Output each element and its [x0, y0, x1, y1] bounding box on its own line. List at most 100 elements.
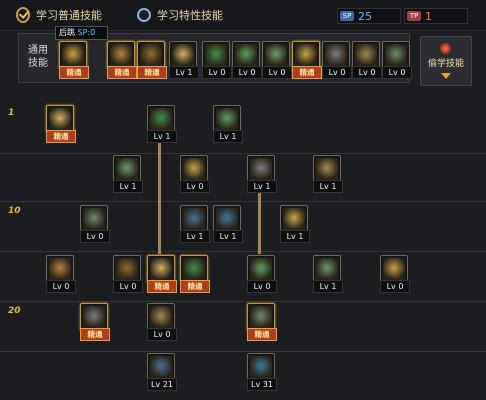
level-marker: 10: [8, 206, 21, 216]
tree-skill-slot[interactable]: Lv 1: [313, 255, 343, 293]
tree-skill-slot[interactable]: Lv 0: [147, 303, 177, 341]
skill-level-label: Lv 0: [247, 280, 277, 293]
tree-skill-slot[interactable]: Lv 31: [247, 353, 277, 391]
skill-level-label: 精通: [137, 66, 167, 79]
skill-level-label: Lv 0: [46, 280, 76, 293]
tab-learn-trait-skills[interactable]: 学习特性技能: [137, 5, 223, 25]
radio-icon: [137, 8, 151, 22]
common-skill-slot[interactable]: 精通: [59, 41, 89, 79]
skill-level-label: Lv 21: [147, 378, 177, 391]
green-rune-icon: [183, 258, 205, 280]
skill-level-label: Lv 31: [247, 378, 277, 391]
skill-level-label: Lv 0: [262, 66, 292, 79]
skill-level-label: Lv 1: [147, 130, 177, 143]
dropdown-arrow-icon: [441, 73, 451, 79]
common-skill-slot[interactable]: Lv 0: [262, 41, 292, 79]
rising-strike-icon: [283, 208, 305, 230]
row-divider: [0, 351, 486, 352]
tree-skill-slot[interactable]: 精通: [46, 105, 76, 143]
skill-level-label: Lv 0: [147, 328, 177, 341]
inferno-icon: [250, 356, 272, 378]
sword-slash-icon: [216, 108, 238, 130]
common-skill-slot[interactable]: Lv 0: [232, 41, 262, 79]
common-skill-slot[interactable]: 精通: [292, 41, 322, 79]
tab-label: 学习普通技能: [36, 9, 102, 22]
learn-skill-button[interactable]: 偷学技能: [420, 36, 472, 86]
common-skill-slot[interactable]: 精通: [107, 41, 137, 79]
swirl-icon: [49, 258, 71, 280]
common-skill-slot[interactable]: Lv 0: [322, 41, 352, 79]
skill-level-label: 精通: [59, 66, 89, 79]
common-skill-slot[interactable]: Lv 0: [202, 41, 232, 79]
skill-level-label: Lv 0: [80, 230, 110, 243]
skill-level-label: 精通: [147, 280, 177, 293]
tree-skill-slot[interactable]: Lv 1: [113, 155, 143, 193]
spear-icon: [383, 258, 405, 280]
rise-kick-icon: [140, 44, 162, 66]
skill-level-label: Lv 1: [213, 130, 243, 143]
skill-level-label: 精通: [46, 130, 76, 143]
blade-drop-icon: [150, 108, 172, 130]
fist-icon: [316, 258, 338, 280]
learn-skill-label: 偷学技能: [427, 59, 464, 69]
tab-learn-normal-skills[interactable]: 学习普通技能: [16, 5, 102, 25]
common-skill-slot[interactable]: Lv 1: [169, 41, 199, 79]
tree-skill-slot[interactable]: 精通: [247, 303, 277, 341]
tree-skill-slot[interactable]: Lv 1: [247, 155, 277, 193]
skill-level-label: Lv 0: [180, 180, 210, 193]
tree-skill-slot[interactable]: Lv 0: [180, 155, 210, 193]
silhouette-icon: [265, 44, 287, 66]
green-blade-icon: [150, 258, 172, 280]
vortex-icon: [150, 306, 172, 328]
arc-icon: [216, 208, 238, 230]
skill-level-label: Lv 1: [213, 230, 243, 243]
wing-icon: [172, 44, 194, 66]
skill-level-label: Lv 1: [313, 280, 343, 293]
tab-label: 学习特性技能: [157, 9, 223, 22]
tree-skill-slot[interactable]: Lv 1: [213, 205, 243, 243]
tree-skill-slot[interactable]: Lv 0: [247, 255, 277, 293]
row-divider: [0, 153, 486, 154]
skill-level-label: Lv 0: [202, 66, 232, 79]
tree-skill-slot[interactable]: 精通: [180, 255, 210, 293]
skill-level-label: Lv 0: [113, 280, 143, 293]
compass-icon: [205, 44, 227, 66]
tp-tag-icon: TP: [407, 11, 421, 21]
skill-level-label: Lv 1: [313, 180, 343, 193]
prerequisite-connector: [258, 189, 261, 254]
fang-icon: [116, 258, 138, 280]
tree-skill-slot[interactable]: Lv 0: [113, 255, 143, 293]
tree-skill-slot[interactable]: Lv 1: [313, 155, 343, 193]
shield-eye-icon: [325, 44, 347, 66]
frost-nova-icon: [250, 306, 272, 328]
tree-skill-slot[interactable]: 精通: [80, 303, 110, 341]
skill-level-label: 精通: [180, 280, 210, 293]
tree-skill-slot[interactable]: Lv 1: [180, 205, 210, 243]
crescent-icon: [316, 158, 338, 180]
tree-skill-slot[interactable]: 精通: [147, 255, 177, 293]
tree-skill-slot[interactable]: Lv 1: [213, 105, 243, 143]
row-divider: [0, 201, 486, 202]
tree-skill-slot[interactable]: Lv 21: [147, 353, 177, 391]
tooltip-sp-cost: SP:0: [77, 28, 96, 37]
common-skill-slot[interactable]: 精通: [137, 41, 167, 79]
fighter-icon: [385, 44, 407, 66]
skill-level-label: Lv 1: [280, 230, 310, 243]
tree-skill-slot[interactable]: Lv 1: [147, 105, 177, 143]
tree-skill-slot[interactable]: Lv 1: [280, 205, 310, 243]
skill-tree: 1 10 20 精通 Lv 1 Lv 1 Lv 1 Lv 0 Lv 1 Lv 1 Lv 0 Lv…: [0, 95, 486, 400]
tree-skill-slot[interactable]: Lv 0: [80, 205, 110, 243]
tree-skill-slot[interactable]: Lv 0: [46, 255, 76, 293]
skill-level-label: Lv 0: [382, 66, 412, 79]
common-skill-slot[interactable]: Lv 0: [382, 41, 412, 79]
tree-skill-slot[interactable]: Lv 0: [380, 255, 410, 293]
sp-value: 25: [358, 9, 372, 23]
level-marker: 1: [8, 108, 15, 118]
tp-value: 1: [425, 9, 432, 23]
skill-level-label: 精通: [292, 66, 322, 79]
skill-level-label: Lv 1: [180, 230, 210, 243]
flame-mastery-icon: [83, 306, 105, 328]
skill-level-label: Lv 0: [380, 280, 410, 293]
common-skill-slot[interactable]: Lv 0: [352, 41, 382, 79]
skill-level-label: Lv 1: [169, 66, 199, 79]
